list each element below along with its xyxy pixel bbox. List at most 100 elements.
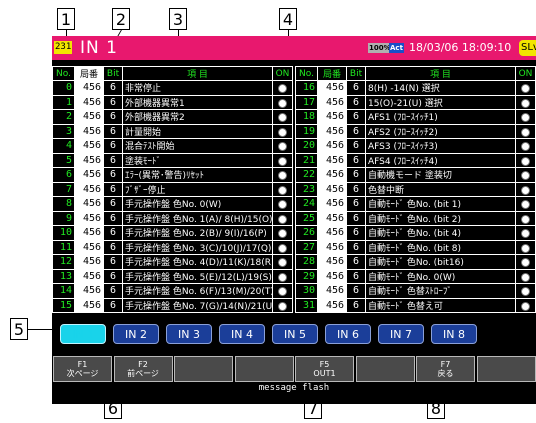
status-lamp-icon bbox=[278, 243, 287, 253]
station-number[interactable]: 456 bbox=[317, 181, 347, 197]
row-number: 7 bbox=[52, 181, 75, 197]
item-name: 8(H) -14(N) 選択 bbox=[365, 80, 516, 96]
status-lamp-icon bbox=[521, 156, 530, 166]
function-key-1[interactable]: F1 次ページ bbox=[53, 356, 112, 382]
station-number[interactable]: 456 bbox=[317, 94, 347, 110]
station-number[interactable]: 456 bbox=[74, 239, 104, 255]
station-number[interactable]: 456 bbox=[317, 283, 347, 299]
table-row: 20 456 6 AFS3 (ﾌﾛｰｽｲｯﾁ3) bbox=[295, 138, 536, 154]
callout-5: 5 bbox=[10, 318, 28, 340]
io-table-right: No. 局番 Bit 項 目 ON 16 456 6 8(H) -14(N) 選択 17… bbox=[295, 66, 536, 313]
bit-number: 6 bbox=[103, 297, 123, 313]
station-number[interactable]: 456 bbox=[317, 138, 347, 154]
station-number[interactable]: 456 bbox=[317, 80, 347, 96]
station-number[interactable]: 456 bbox=[74, 283, 104, 299]
table-row: 29 456 6 自動ﾓｰﾄﾞ 色No. 0(W) bbox=[295, 268, 536, 284]
status-lamp-icon bbox=[521, 171, 530, 181]
tab-in-8[interactable]: IN 8 bbox=[431, 324, 477, 344]
station-number[interactable]: 456 bbox=[317, 152, 347, 168]
status-lamp-icon bbox=[521, 272, 530, 282]
station-number[interactable]: 456 bbox=[74, 123, 104, 139]
item-name: 自動ﾓｰﾄﾞ 色No. (bit 1) bbox=[365, 196, 516, 212]
tab-in-1[interactable]: IN 1 bbox=[60, 324, 106, 344]
table-row: 2 456 6 外部機器異常2 bbox=[52, 109, 293, 125]
station-number[interactable]: 456 bbox=[317, 239, 347, 255]
bit-number: 6 bbox=[103, 109, 123, 125]
station-number[interactable]: 456 bbox=[317, 210, 347, 226]
callout-1: 1 bbox=[57, 8, 75, 30]
status-lamp-icon bbox=[521, 84, 530, 94]
station-number[interactable]: 456 bbox=[74, 138, 104, 154]
status-lamp-icon bbox=[278, 214, 287, 224]
item-name: 混合ﾃｽﾄ開始 bbox=[122, 138, 273, 154]
function-key-6[interactable] bbox=[355, 356, 415, 382]
tab-in-7[interactable]: IN 7 bbox=[378, 324, 424, 344]
tab-in-4[interactable]: IN 4 bbox=[219, 324, 265, 344]
function-key-3[interactable] bbox=[174, 356, 233, 382]
station-number[interactable]: 456 bbox=[74, 196, 104, 212]
status-lamp-icon bbox=[521, 127, 530, 137]
tab-in-5[interactable]: IN 5 bbox=[272, 324, 318, 344]
status-lamp-icon bbox=[278, 185, 287, 195]
station-number[interactable]: 456 bbox=[317, 268, 347, 284]
function-key-code: F2 bbox=[138, 360, 148, 369]
row-number: 14 bbox=[52, 283, 75, 299]
status-lamp-icon bbox=[278, 258, 287, 268]
bit-number: 6 bbox=[346, 123, 366, 139]
col-header-on: ON bbox=[515, 66, 536, 81]
row-number: 9 bbox=[52, 210, 75, 226]
station-number[interactable]: 456 bbox=[317, 254, 347, 270]
col-header-bit: Bit bbox=[346, 66, 366, 81]
function-key-5[interactable]: F5 OUT1 bbox=[295, 356, 354, 382]
item-name: 自動ﾓｰﾄﾞ 色No. (bit 8) bbox=[365, 239, 516, 255]
station-number[interactable]: 456 bbox=[74, 254, 104, 270]
function-key-7[interactable]: F7 戻る bbox=[416, 356, 475, 382]
table-row: 23 456 6 色替中断 bbox=[295, 181, 536, 197]
bit-number: 6 bbox=[346, 181, 366, 197]
station-number[interactable]: 456 bbox=[74, 225, 104, 241]
function-key-4[interactable] bbox=[234, 356, 294, 382]
row-number: 20 bbox=[295, 138, 318, 154]
tab-in-3[interactable]: IN 3 bbox=[166, 324, 212, 344]
station-number[interactable]: 456 bbox=[74, 181, 104, 197]
station-number[interactable]: 456 bbox=[317, 109, 347, 125]
item-name: ｴﾗｰ(異常･警告)ﾘｾｯﾄ bbox=[122, 167, 273, 183]
tab-in-6[interactable]: IN 6 bbox=[325, 324, 371, 344]
station-number[interactable]: 456 bbox=[74, 109, 104, 125]
function-key-code: F5 bbox=[319, 360, 330, 369]
station-number[interactable]: 456 bbox=[317, 123, 347, 139]
slave-badge: SLv 0 bbox=[519, 40, 536, 56]
item-name: 自動ﾓｰﾄﾞ 色No. (bit 4) bbox=[365, 225, 516, 241]
item-name: 計量開始 bbox=[122, 123, 273, 139]
function-key-2[interactable]: F2 前ページ bbox=[113, 356, 173, 382]
table-row: 4 456 6 混合ﾃｽﾄ開始 bbox=[52, 138, 293, 154]
station-number[interactable]: 456 bbox=[317, 297, 347, 313]
tab-in-2[interactable]: IN 2 bbox=[113, 324, 159, 344]
station-number[interactable]: 456 bbox=[74, 268, 104, 284]
station-number[interactable]: 456 bbox=[317, 196, 347, 212]
status-lamp-icon bbox=[278, 84, 287, 94]
station-number[interactable]: 456 bbox=[74, 297, 104, 313]
station-number[interactable]: 456 bbox=[74, 94, 104, 110]
col-header-bit: Bit bbox=[103, 66, 123, 81]
function-key-8[interactable] bbox=[476, 356, 536, 382]
bit-number: 6 bbox=[103, 268, 123, 284]
row-number: 24 bbox=[295, 196, 318, 212]
station-number[interactable]: 456 bbox=[317, 167, 347, 183]
station-number[interactable]: 456 bbox=[317, 225, 347, 241]
item-name: 手元操作盤 色No. 3(C)/10(J)/17(Q) bbox=[122, 239, 273, 255]
table-row: 10 456 6 手元操作盤 色No. 2(B)/ 9(I)/16(P) bbox=[52, 225, 293, 241]
status-lamp-icon bbox=[278, 98, 287, 108]
status-lamp-icon bbox=[521, 258, 530, 268]
station-number[interactable]: 456 bbox=[74, 152, 104, 168]
table-row: 5 456 6 塗装ﾓｰﾄﾞ bbox=[52, 152, 293, 168]
col-header-item: 項 目 bbox=[365, 66, 516, 81]
callout-2: 2 bbox=[112, 8, 130, 30]
station-number[interactable]: 456 bbox=[74, 80, 104, 96]
item-name: 自動ﾓｰﾄﾞ 色替え可 bbox=[365, 297, 516, 313]
row-number: 0 bbox=[52, 80, 75, 96]
station-number[interactable]: 456 bbox=[74, 167, 104, 183]
on-lamp-cell bbox=[515, 181, 536, 197]
row-number: 21 bbox=[295, 152, 318, 168]
station-number[interactable]: 456 bbox=[74, 210, 104, 226]
